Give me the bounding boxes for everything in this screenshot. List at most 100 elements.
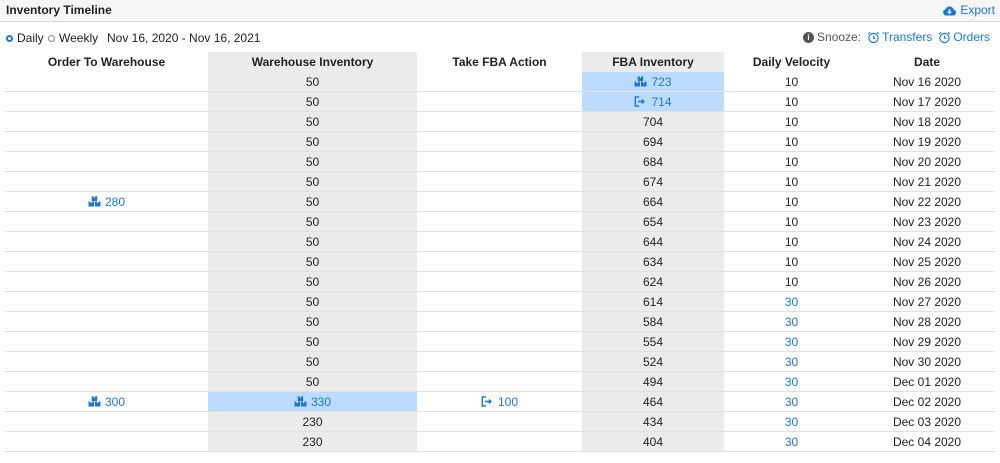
fba-inventory-cell: 494	[582, 372, 724, 391]
fba-inventory-cell-link[interactable]: 723	[634, 74, 672, 89]
table-row: 230 404 30 Dec 04 2020	[5, 432, 995, 452]
daily-velocity-cell: 10	[784, 274, 799, 289]
take-fba-action-cell-link[interactable]: 100	[481, 395, 518, 409]
warehouse-inventory-cell: 230	[208, 412, 417, 431]
radio-selected-icon	[6, 34, 13, 42]
table-row: 280 50 664 10 Nov 22 2020	[5, 192, 995, 212]
order-to-warehouse-cell	[5, 152, 208, 171]
fba-inventory-cell: 524	[582, 352, 724, 371]
order-to-warehouse-cell-link[interactable]: 280	[88, 195, 125, 209]
warehouse-inventory-cell: 230	[208, 432, 417, 451]
daily-velocity-cell: 10	[784, 174, 799, 189]
warehouse-inventory-cell: 50	[208, 192, 417, 211]
table-row: 50 524 30 Nov 30 2020	[5, 352, 995, 372]
table-row: 50 704 10 Nov 18 2020	[5, 112, 995, 132]
table-row: 50 714 10 Nov 17 2020	[5, 92, 995, 112]
order-to-warehouse-cell-link[interactable]: 300	[88, 395, 125, 409]
daily-velocity-cell[interactable]: 30	[724, 412, 859, 431]
date-cell: Nov 30 2020	[892, 354, 962, 369]
send-icon	[634, 96, 647, 107]
take-fba-action-cell	[417, 252, 582, 271]
transfers-label: Transfers	[882, 30, 933, 44]
fba-inventory-cell-value: 723	[651, 74, 672, 89]
column-header-warehouse-inventory: Warehouse Inventory	[208, 52, 417, 72]
order-to-warehouse-cell[interactable]: 300	[5, 392, 208, 411]
date-cell: Nov 18 2020	[892, 114, 962, 129]
table-row: 230 434 30 Dec 03 2020	[5, 412, 995, 432]
table-header: Order To Warehouse Warehouse Inventory T…	[5, 52, 995, 72]
date-cell: Dec 02 2020	[892, 394, 962, 409]
order-to-warehouse-cell	[5, 352, 208, 371]
table-row: 300 330 100 464 30 Dec 02 2020	[5, 392, 995, 412]
order-to-warehouse-cell-value: 280	[104, 194, 126, 209]
daily-velocity-cell: 10	[784, 74, 799, 89]
order-to-warehouse-cell	[5, 112, 208, 131]
warehouse-inventory-cell: 50	[208, 312, 417, 331]
daily-velocity-cell[interactable]: 30	[724, 332, 859, 351]
fba-inventory-cell: 614	[582, 292, 724, 311]
daily-velocity-cell[interactable]: 30	[724, 372, 859, 391]
snooze-transfers-button[interactable]: Transfers	[867, 30, 932, 44]
table-row: 50 684 10 Nov 20 2020	[5, 152, 995, 172]
snooze-orders-button[interactable]: Orders	[938, 30, 990, 44]
daily-velocity-cell[interactable]: 30	[724, 432, 859, 451]
take-fba-action-cell	[417, 272, 582, 291]
daily-radio[interactable]: Daily	[6, 31, 44, 45]
take-fba-action-cell[interactable]: 100	[417, 392, 582, 411]
page-title: Inventory Timeline	[6, 3, 112, 17]
warehouse-inventory-cell[interactable]: 330	[208, 392, 417, 411]
fba-inventory-cell: 684	[582, 152, 724, 171]
daily-velocity-cell: 10	[784, 134, 799, 149]
export-button[interactable]: Export	[942, 3, 995, 17]
date-cell: Nov 21 2020	[892, 174, 962, 189]
daily-velocity-cell[interactable]: 30	[724, 352, 859, 371]
snooze-label: Snooze:	[817, 30, 862, 44]
alarm-clock-icon	[867, 31, 880, 43]
order-to-warehouse-cell	[5, 272, 208, 291]
fba-inventory-cell-link[interactable]: 714	[634, 94, 672, 109]
inventory-timeline-table: Order To Warehouse Warehouse Inventory T…	[5, 52, 995, 452]
fba-inventory-cell[interactable]: 714	[582, 92, 724, 111]
date-cell: Nov 25 2020	[892, 254, 962, 269]
fba-inventory-cell: 674	[582, 172, 724, 191]
order-to-warehouse-cell	[5, 432, 208, 451]
fba-inventory-cell: 694	[582, 132, 724, 151]
warehouse-inventory-cell: 50	[208, 252, 417, 271]
table-row: 50 554 30 Nov 29 2020	[5, 332, 995, 352]
date-cell: Nov 20 2020	[892, 154, 962, 169]
date-cell: Nov 29 2020	[892, 334, 962, 349]
orders-label: Orders	[953, 30, 990, 44]
take-fba-action-cell	[417, 172, 582, 191]
order-to-warehouse-cell	[5, 372, 208, 391]
order-to-warehouse-cell[interactable]: 280	[5, 192, 208, 211]
order-to-warehouse-cell	[5, 172, 208, 191]
order-to-warehouse-cell	[5, 92, 208, 111]
daily-velocity-cell[interactable]: 30	[724, 312, 859, 331]
fba-inventory-cell: 664	[582, 192, 724, 211]
column-header-date: Date	[913, 55, 940, 69]
warehouse-inventory-cell: 50	[208, 272, 417, 291]
take-fba-action-cell-value: 100	[497, 394, 519, 409]
take-fba-action-cell	[417, 92, 582, 111]
warehouse-inventory-cell-link[interactable]: 330	[294, 395, 331, 409]
fba-inventory-cell: 554	[582, 332, 724, 351]
weekly-radio[interactable]: Weekly	[48, 31, 98, 45]
weekly-label: Weekly	[59, 31, 99, 45]
title-bar: Inventory Timeline Export	[0, 0, 1000, 22]
order-to-warehouse-cell	[5, 332, 208, 351]
take-fba-action-cell	[417, 312, 582, 331]
daily-velocity-cell[interactable]: 30	[724, 292, 859, 311]
date-cell: Nov 23 2020	[892, 214, 962, 229]
table-row: 50 723 10 Nov 16 2020	[5, 72, 995, 92]
order-to-warehouse-cell	[5, 132, 208, 151]
fba-inventory-cell-value: 714	[651, 94, 672, 109]
date-cell: Dec 01 2020	[892, 374, 962, 389]
daily-velocity-cell: 10	[784, 234, 799, 249]
daily-velocity-cell[interactable]: 30	[724, 392, 859, 411]
order-to-warehouse-cell	[5, 312, 208, 331]
take-fba-action-cell	[417, 212, 582, 231]
date-range-picker[interactable]: Nov 16, 2020 - Nov 16, 2021	[107, 31, 260, 45]
daily-velocity-cell: 10	[784, 254, 799, 269]
fba-inventory-cell[interactable]: 723	[582, 72, 724, 91]
table-row: 50 694 10 Nov 19 2020	[5, 132, 995, 152]
